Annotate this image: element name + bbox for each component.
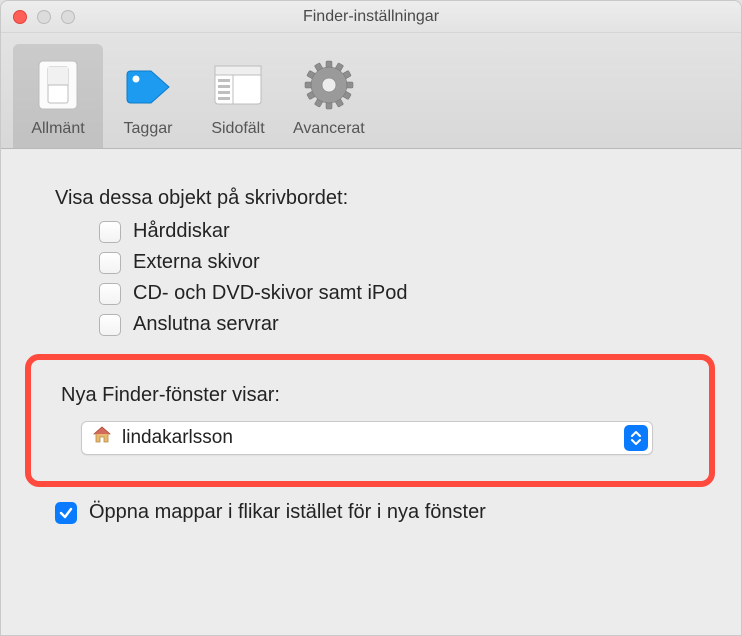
desktop-items-label: Visa dessa objekt på skrivbordet: <box>55 187 697 210</box>
tab-sidebar[interactable]: Sidofält <box>193 44 283 148</box>
window-title: Finder-inställningar <box>1 8 741 26</box>
tab-label: Allmänt <box>31 120 84 138</box>
checkbox-icon[interactable] <box>99 314 121 336</box>
tab-general[interactable]: Allmänt <box>13 44 103 148</box>
toolbar: Allmänt Taggar <box>1 33 741 149</box>
tab-label: Avancerat <box>293 120 365 138</box>
zoom-icon[interactable] <box>61 10 75 24</box>
preferences-window: Finder-inställningar Allmänt Tagga <box>0 0 742 636</box>
checkbox-label: Hårddiskar <box>133 220 230 243</box>
checkbox-icon[interactable] <box>55 502 77 524</box>
close-icon[interactable] <box>13 10 27 24</box>
dropdown-value: lindakarlsson <box>122 427 624 449</box>
titlebar: Finder-inställningar <box>1 1 741 33</box>
checkbox-cd-dvd-ipod[interactable]: CD- och DVD-skivor samt iPod <box>99 282 697 305</box>
checkbox-label: Öppna mappar i flikar istället för i nya… <box>89 501 486 524</box>
switch-icon <box>35 56 81 114</box>
sidebar-icon <box>213 56 263 114</box>
content: Visa dessa objekt på skrivbordet: Hårddi… <box>1 149 741 635</box>
tab-label: Taggar <box>124 120 173 138</box>
traffic-lights <box>13 10 75 24</box>
home-icon <box>92 425 112 451</box>
checkbox-external-disks[interactable]: Externa skivor <box>99 251 697 274</box>
new-finder-windows-label: Nya Finder-fönster visar: <box>61 384 689 407</box>
checkbox-harddisks[interactable]: Hårddiskar <box>99 220 697 243</box>
tab-label: Sidofält <box>211 120 264 138</box>
checkbox-label: Anslutna servrar <box>133 313 279 336</box>
checkbox-label: Externa skivor <box>133 251 260 274</box>
gear-icon <box>304 56 354 114</box>
checkbox-connected-servers[interactable]: Anslutna servrar <box>99 313 697 336</box>
checkbox-icon[interactable] <box>99 252 121 274</box>
checkbox-icon[interactable] <box>99 283 121 305</box>
checkbox-open-in-tabs[interactable]: Öppna mappar i flikar istället för i nya… <box>55 501 697 524</box>
checkbox-icon[interactable] <box>99 221 121 243</box>
tab-advanced[interactable]: Avancerat <box>283 44 375 148</box>
tag-icon <box>121 56 175 114</box>
tab-tags[interactable]: Taggar <box>103 44 193 148</box>
highlighted-section: Nya Finder-fönster visar: lindakarlsson <box>25 354 715 487</box>
chevron-up-down-icon[interactable] <box>624 425 648 451</box>
checkbox-label: CD- och DVD-skivor samt iPod <box>133 282 408 305</box>
new-window-dropdown[interactable]: lindakarlsson <box>81 421 653 455</box>
minimize-icon[interactable] <box>37 10 51 24</box>
